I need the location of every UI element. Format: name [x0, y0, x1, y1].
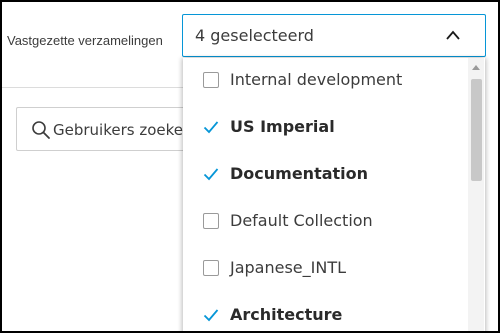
collection-option[interactable]: US Imperial — [183, 105, 467, 151]
collection-option[interactable]: Japanese_INTL — [183, 246, 467, 292]
menu-scrollbar[interactable] — [468, 58, 484, 331]
collection-option[interactable]: Default Collection — [183, 199, 467, 245]
collection-option-label: Japanese_INTL — [230, 258, 347, 277]
scroll-up-arrow-icon[interactable] — [472, 64, 480, 70]
collection-option-label: Architecture — [230, 305, 343, 324]
search-placeholder: Gebruikers zoeken — [53, 121, 193, 139]
window-frame: Vastgezette verzamelingen Gebruikers zoe… — [0, 0, 500, 333]
collections-dropdown-menu: Internal development US Imperial Documen… — [183, 58, 485, 331]
collection-option[interactable]: Documentation — [183, 152, 467, 198]
checkmark-icon — [203, 309, 219, 322]
checkbox-unchecked[interactable] — [203, 213, 219, 229]
collection-option-label: Documentation — [230, 164, 369, 183]
dropdown-selected-value: 4 geselecteerd — [195, 26, 314, 45]
collection-option-label: Default Collection — [230, 211, 373, 230]
collection-option-label: US Imperial — [230, 117, 335, 136]
collection-option-label: Internal development — [230, 70, 403, 89]
checkbox-unchecked[interactable] — [203, 72, 219, 88]
chevron-up-icon[interactable] — [445, 29, 461, 41]
collection-option[interactable]: Internal development — [183, 58, 467, 104]
scroll-thumb[interactable] — [471, 79, 482, 181]
divider — [2, 87, 187, 88]
pinned-collections-label: Vastgezette verzamelingen — [7, 33, 163, 48]
collections-dropdown[interactable]: 4 geselecteerd — [182, 14, 486, 57]
collection-option[interactable]: Architecture — [183, 293, 467, 331]
checkmark-icon — [203, 121, 219, 134]
checkbox-unchecked[interactable] — [203, 260, 219, 276]
checkmark-icon — [203, 168, 219, 181]
search-icon — [32, 121, 50, 139]
